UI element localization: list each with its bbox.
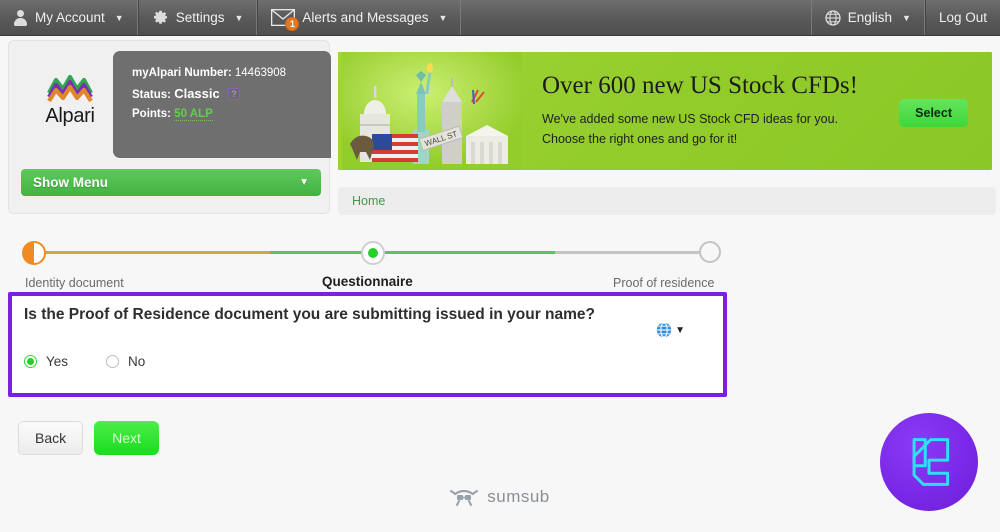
form-actions: Back Next [18,421,159,455]
account-points-row: Points: 50 ALP [132,108,331,121]
nav-label-my-account: My Account [35,10,105,25]
account-points-label: Points: [132,108,171,120]
progress-stepper: Identity document Questionnaire Proof of… [0,232,740,292]
account-number-label: myAlpari Number: [132,67,232,79]
language-label: English [847,10,893,25]
stepper-node-identity-document[interactable] [22,241,46,265]
radio-option-no[interactable]: No [106,354,145,369]
stepper-node-questionnaire[interactable] [361,241,385,265]
account-status-label: Status: [132,89,171,101]
gear-icon [152,9,169,26]
top-navigation-bar: My Account ▼ Settings ▼ 1 Alerts and Mes… [0,0,1000,36]
banner-title: Over 600 new US Stock CFDs! [542,72,858,99]
stepper-track-2 [270,251,555,254]
banner-line-1: We've added some new US Stock CFD ideas … [542,112,839,126]
translate-widget[interactable]: ▼ [656,322,685,338]
account-points-value[interactable]: 50 ALP [174,108,213,121]
globe-icon [825,9,841,26]
radio-indicator-no[interactable] [106,355,120,368]
alpari-mark-icon [47,74,93,103]
alpari-logo: Alpari [31,73,109,128]
help-icon[interactable]: ? [227,88,240,100]
show-menu-label: Show Menu [33,175,108,190]
alpari-wordmark: Alpari [45,105,95,127]
select-button[interactable]: Select [899,99,968,127]
show-menu-button[interactable]: Show Menu ▼ [21,169,321,196]
account-number-value: 14463908 [234,67,287,79]
nav-label-settings: Settings [175,10,225,25]
top-right-group: English ▼ Log Out [812,0,1000,35]
stepper-label-proof-of-residence: Proof of residence [613,276,715,290]
page-root: My Account ▼ Settings ▼ 1 Alerts and Mes… [0,0,1000,532]
active-step-dot [368,248,378,258]
banner-subtitle: We've added some new US Stock CFD ideas … [542,109,838,149]
question-text: Is the Proof of Residence document you a… [24,306,596,323]
chevron-down-icon: ▼ [438,12,448,23]
nav-item-settings[interactable]: Settings ▼ [137,0,258,35]
mail-icon: 1 [271,8,300,31]
sumsub-wordmark: sumsub [487,487,550,506]
breadcrumb-home-link[interactable]: Home [352,194,385,208]
banner-line-2: Choose the right ones and go for it! [542,132,738,146]
floating-chat-widget[interactable] [880,413,978,511]
stepper-node-proof-of-residence[interactable] [699,241,721,263]
chevron-down-icon: ▼ [114,12,124,23]
breadcrumb: Home [338,187,996,215]
alerts-count-badge: 1 [285,17,300,31]
questionnaire-card: Is the Proof of Residence document you a… [8,292,727,397]
chevron-down-icon: ▼ [234,12,244,23]
back-button[interactable]: Back [18,421,84,455]
stepper-label-questionnaire: Questionnaire [322,274,413,289]
chevron-down-icon: ▼ [299,177,309,188]
chevron-down-icon: ▼ [675,324,685,336]
language-selector[interactable]: English ▼ [812,0,925,35]
account-status-value: Classic [174,86,220,101]
promo-banner[interactable]: WALL ST Over 600 new US Stock CFDs! We'v… [338,52,992,170]
lc-monogram-icon [912,438,950,486]
account-number-row: myAlpari Number: 14463908 [132,67,331,79]
account-details-box: myAlpari Number: 14463908 Status: Classi… [113,51,331,158]
globe-icon [656,322,672,338]
nav-item-my-account[interactable]: My Account ▼ [0,0,138,35]
sumsub-logo-icon [450,489,479,506]
account-status-row: Status: Classic ? [132,86,331,101]
person-icon [13,9,28,26]
nav-item-alerts-and-messages[interactable]: 1 Alerts and Messages ▼ [257,0,462,35]
radio-label-yes: Yes [46,354,69,369]
logout-label: Log Out [938,10,987,25]
footer: sumsub [0,487,1000,507]
stepper-label-identity-document: Identity document [25,276,124,290]
next-button[interactable]: Next [94,421,159,455]
chevron-down-icon: ▼ [902,12,911,23]
radio-label-no: No [128,354,146,369]
radio-indicator-yes[interactable] [24,355,37,368]
nav-label-alerts-and-messages: Alerts and Messages [302,10,429,25]
account-panel: Alpari myAlpari Number: 14463908 Status:… [8,40,331,214]
stepper-track-1 [34,251,270,254]
answer-radio-group: Yes No [24,354,145,369]
nav-spacer [461,0,812,35]
us-landmarks-illustration: WALL ST [342,52,522,170]
radio-option-yes[interactable]: Yes [24,354,68,369]
logout-button[interactable]: Log Out [924,0,1000,35]
stepper-track-3 [555,251,705,254]
